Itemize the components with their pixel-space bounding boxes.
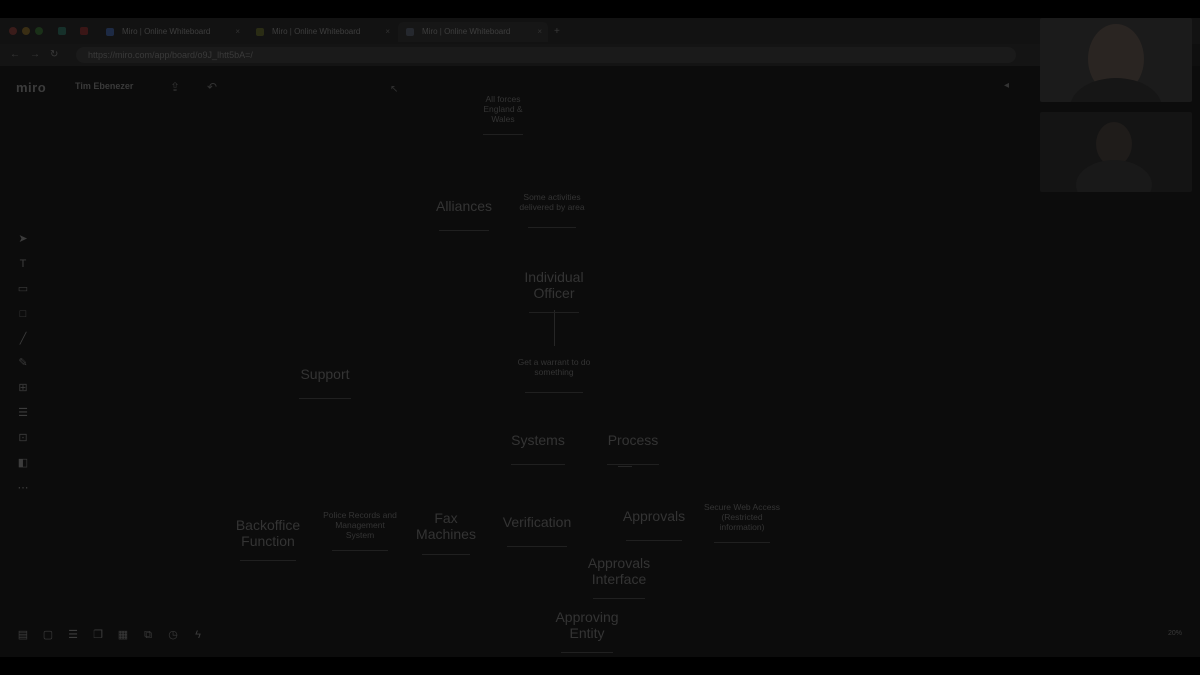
miro-logo[interactable]: miro [16,80,46,95]
sticky-note[interactable]: Get a warrant to do something [512,346,596,393]
participant-body [1076,160,1152,192]
shape-icon[interactable]: □ [12,305,34,323]
screen: Miro | Online Whiteboard × Miro | Online… [0,18,1200,657]
address-bar: ← → ↻ https://miro.com/app/board/o9J_lht… [0,44,1040,66]
browser-tab-bar: Miro | Online Whiteboard × Miro | Online… [0,18,1200,44]
sticky-note-text: Approving Entity [555,608,619,641]
sticky-note[interactable]: Some activities delivered by area [518,181,586,228]
new-tab-icon[interactable]: + [554,26,560,37]
sticky-note-text: Get a warrant to do something [517,357,591,377]
lightning-icon[interactable]: ϟ [189,626,207,644]
sticky-note-text: Support [300,365,350,382]
sticky-note[interactable]: Approvals Interface [582,546,656,599]
sticky-note[interactable]: Process [596,418,670,465]
sticky-note-text: Approvals Interface [587,554,651,587]
sticky-note[interactable]: Backoffice Function [228,508,308,561]
sticky-note[interactable]: Fax Machines [412,500,480,555]
sticky-note-icon[interactable]: ▭ [12,280,34,298]
miro-app: All forces England & Wales Alliances Som… [0,66,1200,657]
sticky-note[interactable]: Individual Officer [518,260,590,313]
participant-body [1070,78,1162,102]
browser-tab[interactable]: Miro | Online Whiteboard × [98,22,246,42]
frames-icon[interactable]: ▤ [14,626,32,644]
sticky-note-text: Fax Machines [416,509,476,542]
tab-favicon [256,28,264,36]
apps-icon[interactable]: ▦ [114,626,132,644]
sticky-note-text: Individual Officer [524,268,584,301]
connector-line[interactable] [618,466,632,467]
comments-icon[interactable]: ▢ [39,626,57,644]
comment-icon[interactable]: ☰ [12,404,34,422]
connector-line[interactable] [554,310,555,346]
cards-icon[interactable]: ❐ [89,626,107,644]
letterbox-top [0,0,1200,18]
frame-icon[interactable]: ⊞ [12,379,34,397]
sticky-note[interactable]: Systems [500,418,576,465]
template-icon[interactable]: ⊡ [12,429,34,447]
pinned-tab-icon[interactable] [80,27,88,35]
sticky-note-text: All forces England & Wales [483,94,523,124]
collaborator-cursor-icon[interactable]: ◂ [1004,80,1009,91]
tab-title: Miro | Online Whiteboard [422,27,511,36]
chat-icon[interactable]: ☰ [64,626,82,644]
browser-tab-active[interactable]: Miro | Online Whiteboard × [398,22,548,42]
minimize-window-button[interactable] [22,27,30,35]
sticky-note-text: Backoffice Function [235,516,301,549]
letterbox-bottom [0,657,1200,675]
tab-favicon [406,28,414,36]
sticky-note-text: Systems [511,431,565,448]
sticky-note[interactable]: Alliances [428,184,500,231]
tab-title: Miro | Online Whiteboard [122,27,211,36]
sticky-note-text: Alliances [435,197,493,214]
sticky-note[interactable]: Support [288,352,362,399]
video-participant[interactable] [1040,112,1192,192]
pinned-tab-icon[interactable] [58,27,66,35]
sticky-note-text: Police Records and Management System [323,510,397,540]
sticky-note-text: Some activities delivered by area [519,192,585,212]
board-canvas[interactable]: All forces England & Wales Alliances Som… [0,66,1040,657]
kanban-icon[interactable]: ◧ [12,454,34,472]
sticky-note-text: Secure Web Access (Restricted informatio… [704,502,780,532]
sticky-note[interactable]: Verification [494,500,580,547]
tab-favicon [106,28,114,36]
close-tab-icon[interactable]: × [537,27,542,36]
line-icon[interactable]: ╱ [12,330,34,348]
more-icon[interactable]: ⋯ [12,479,34,497]
share-icon[interactable]: ⇪ [170,80,180,94]
text-icon[interactable]: T [12,255,34,273]
sticky-note-text: Verification [502,513,572,530]
sticky-note[interactable]: Approvals [614,494,694,541]
reload-icon[interactable]: ↻ [50,49,58,60]
forward-icon[interactable]: → [30,49,40,60]
url-field[interactable]: https://miro.com/app/board/o9J_lhtt5bA=/ [76,47,1016,63]
pen-icon[interactable]: ✎ [12,354,34,372]
timer-icon[interactable]: ◷ [164,626,182,644]
tab-title: Miro | Online Whiteboard [272,27,361,36]
sticky-note-text: Process [607,431,659,448]
video-participant[interactable] [1040,18,1192,102]
sticky-note[interactable]: All forces England & Wales [474,88,532,135]
sticky-note[interactable]: Secure Web Access (Restricted informatio… [702,496,782,543]
select-icon[interactable]: ➤ [12,230,34,248]
url-text: https://miro.com/app/board/o9J_lhtt5bA=/ [88,50,253,60]
screen-share-icon[interactable]: ⧉ [139,626,157,644]
zoom-level[interactable]: 20% [1168,630,1182,637]
board-name[interactable]: Tim Ebenezer [75,81,133,91]
sticky-note[interactable]: Approving Entity [550,600,624,653]
bottom-toolbar: ▤ ▢ ☰ ❐ ▦ ⧉ ◷ ϟ [10,626,210,646]
sticky-note-text: Approvals [622,507,686,524]
back-icon[interactable]: ← [10,49,20,60]
undo-icon[interactable]: ↶ [207,80,217,94]
browser-tab[interactable]: Miro | Online Whiteboard × [248,22,396,42]
close-window-button[interactable] [9,27,17,35]
mouse-cursor-icon: ↖ [390,84,399,95]
close-tab-icon[interactable]: × [235,27,240,36]
maximize-window-button[interactable] [35,27,43,35]
sticky-note[interactable]: Police Records and Management System [320,504,400,551]
close-tab-icon[interactable]: × [385,27,390,36]
